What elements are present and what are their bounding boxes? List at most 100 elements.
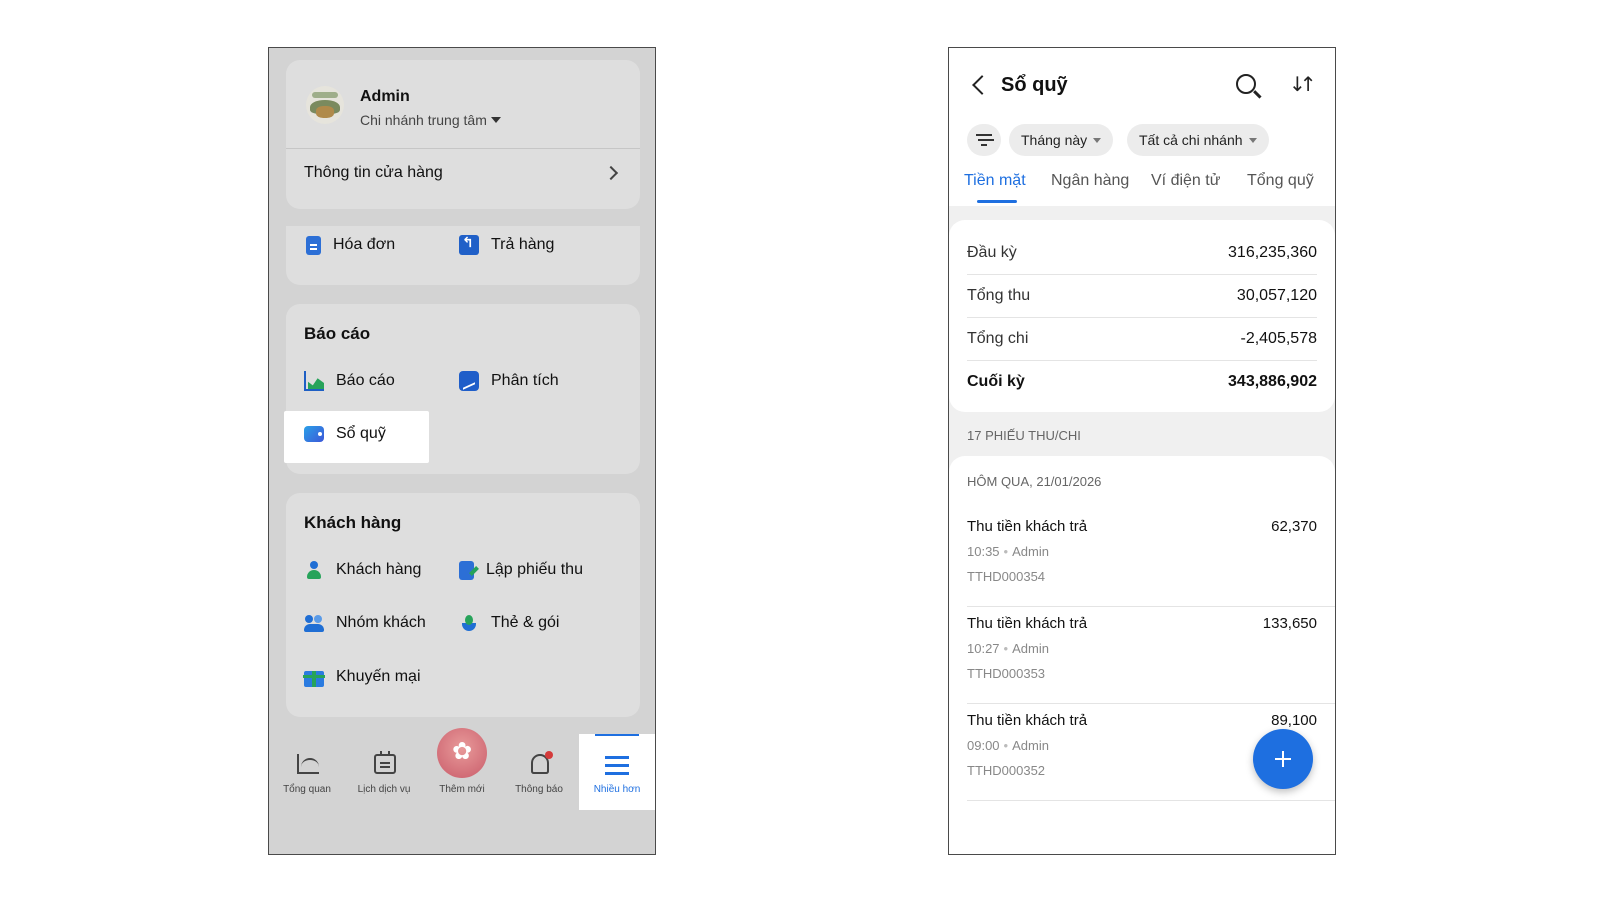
branch-selector[interactable]: Chi nhánh trung tâm <box>360 112 501 128</box>
chevron-right-icon[interactable] <box>603 165 619 181</box>
transaction-amount: 133,650 <box>1262 615 1317 632</box>
bell-icon <box>531 751 553 774</box>
orders-card: Hóa đơn Trả hàng <box>286 226 640 285</box>
search-icon[interactable] <box>1236 74 1256 94</box>
summary-label: Tổng thu <box>967 287 1031 304</box>
wallet-icon <box>304 426 324 442</box>
page-title: Sổ quỹ <box>1001 74 1068 96</box>
user-name: Admin <box>360 88 410 105</box>
menu-item-label: Phân tích <box>491 372 559 389</box>
menu-item-label: Lập phiếu thu <box>486 561 583 578</box>
menu-item-label: Hóa đơn <box>333 236 396 253</box>
nav-add-new[interactable]: Thêm mới <box>424 728 500 810</box>
transaction-time: 10:35 <box>967 544 1000 559</box>
overview-chart-icon <box>297 754 319 774</box>
filter-button[interactable] <box>967 124 1001 156</box>
header: Sổ quỹ Tháng này Tất cả chi nhánh Tiền m… <box>949 48 1335 206</box>
store-info-link[interactable]: Thông tin cửa hàng <box>304 164 443 182</box>
nav-label: Tổng quan <box>283 784 331 795</box>
summary-closing: Cuối kỳ 343,886,902 <box>967 361 1317 403</box>
date-header: HÔM QUA, 21/01/2026 <box>967 474 1102 489</box>
transaction-title: Thu tiền khách trả <box>967 712 1088 729</box>
transaction-user: Admin <box>1012 738 1049 753</box>
report-chart-icon <box>304 371 324 391</box>
transaction-row[interactable]: Thu tiền khách trả 62,370 10:35 • Admin TT… <box>949 510 1335 607</box>
menu-item-label: Thẻ & gói <box>491 614 560 631</box>
transaction-code: TTHD000352 <box>967 763 1046 778</box>
menu-item-invoice[interactable]: Hóa đơn <box>304 233 395 257</box>
summary-total-expense: Tổng chi -2,405,578 <box>967 318 1317 360</box>
transaction-code: TTHD000353 <box>967 666 1046 681</box>
lotus-add-icon <box>437 728 487 778</box>
nav-service-schedule[interactable]: Lịch dịch vụ <box>346 734 422 810</box>
menu-item-label: Khuyến mại <box>336 668 421 685</box>
summary-value: 343,886,902 <box>1228 373 1317 390</box>
add-voucher-button[interactable] <box>1253 729 1313 789</box>
nav-label: Thông báo <box>515 784 563 795</box>
analysis-icon <box>459 371 479 391</box>
section-title: Khách hàng <box>304 513 402 532</box>
transaction-meta: 09:00 • Admin <box>967 738 1049 753</box>
transaction-title: Thu tiền khách trả <box>967 615 1088 632</box>
summary-card: Đầu kỳ 316,235,360 Tổng thu 30,057,120 T… <box>949 220 1335 412</box>
back-arrow-icon[interactable] <box>972 75 992 95</box>
menu-item-return[interactable]: Trả hàng <box>459 233 554 257</box>
menu-item-create-receipt[interactable]: Lập phiếu thu <box>459 558 583 582</box>
sort-icon[interactable] <box>1289 72 1311 98</box>
divider <box>286 148 640 149</box>
period-filter-chip[interactable]: Tháng này <box>1009 124 1114 156</box>
summary-value: -2,405,578 <box>1240 330 1317 347</box>
nav-more[interactable]: Nhiều hơn <box>579 734 655 810</box>
card-package-icon <box>459 613 479 633</box>
customers-card: Khách hàng Khách hàng Lập phiếu thu Nhóm… <box>286 493 640 717</box>
branch-filter-chip[interactable]: Tất cả chi nhánh <box>1127 124 1269 156</box>
menu-item-label: Nhóm khách <box>336 614 426 631</box>
tab-cash[interactable]: Tiền mặt <box>964 172 1026 190</box>
receipt-form-icon <box>459 560 474 580</box>
tab-e-wallet[interactable]: Ví điện tử <box>1151 172 1220 190</box>
menu-screen: Admin Chi nhánh trung tâm Thông tin cửa … <box>268 47 656 855</box>
gift-icon <box>303 671 325 687</box>
cashbook-screen: Sổ quỹ Tháng này Tất cả chi nhánh Tiền m… <box>948 47 1336 855</box>
nav-label: Thêm mới <box>439 784 485 795</box>
customer-group-icon <box>304 613 324 633</box>
menu-item-cards-packages[interactable]: Thẻ & gói <box>459 611 559 635</box>
nav-label: Lịch dịch vụ <box>357 784 411 795</box>
summary-value: 316,235,360 <box>1228 244 1317 261</box>
transaction-list: HÔM QUA, 21/01/2026 Thu tiền khách trả 6… <box>949 456 1335 854</box>
menu-item-label: Trả hàng <box>491 236 555 253</box>
transaction-meta: 10:35 • Admin <box>967 544 1049 559</box>
nav-label: Nhiều hơn <box>593 784 641 795</box>
menu-item-promotions[interactable]: Khuyến mại <box>303 665 421 689</box>
branch-name: Chi nhánh trung tâm <box>360 112 487 128</box>
transaction-user: Admin <box>1012 544 1049 559</box>
tab-bank[interactable]: Ngân hàng <box>1051 172 1129 190</box>
transaction-row[interactable]: Thu tiền khách trả 133,650 10:27 • Admin T… <box>949 607 1335 704</box>
menu-item-label: Sổ quỹ <box>336 425 386 442</box>
profile-card: Admin Chi nhánh trung tâm Thông tin cửa … <box>286 60 640 209</box>
summary-label: Cuối kỳ <box>967 373 1025 390</box>
menu-item-cashbook[interactable]: Sổ quỹ <box>304 422 386 446</box>
transaction-title: Thu tiền khách trả <box>967 518 1088 535</box>
fund-tabs: Tiền mặt Ngân hàng Ví điện tử Tổng quỹ <box>949 168 1335 206</box>
avatar[interactable] <box>306 86 344 124</box>
nav-notifications[interactable]: Thông báo <box>501 734 577 810</box>
summary-opening: Đầu kỳ 316,235,360 <box>967 232 1317 274</box>
caret-down-icon <box>490 117 501 123</box>
menu-item-report[interactable]: Báo cáo <box>304 369 395 393</box>
transaction-time: 10:27 <box>967 641 1000 656</box>
menu-item-label: Báo cáo <box>336 372 395 389</box>
summary-value: 30,057,120 <box>1236 287 1317 304</box>
menu-item-label: Khách hàng <box>336 561 422 578</box>
menu-item-customer-groups[interactable]: Nhóm khách <box>304 611 426 635</box>
active-tab-indicator <box>977 200 1017 203</box>
reports-card: Báo cáo Báo cáo Phân tích Sổ quỹ <box>284 304 640 474</box>
menu-item-analysis[interactable]: Phân tích <box>459 369 559 393</box>
menu-item-customers[interactable]: Khách hàng <box>304 558 421 582</box>
transaction-meta: 10:27 • Admin <box>967 641 1049 656</box>
transaction-time: 09:00 <box>967 738 1000 753</box>
return-icon <box>459 234 479 255</box>
transaction-code: TTHD000354 <box>967 569 1046 584</box>
nav-overview[interactable]: Tổng quan <box>269 734 345 810</box>
tab-total-fund[interactable]: Tổng quỹ <box>1247 172 1314 190</box>
